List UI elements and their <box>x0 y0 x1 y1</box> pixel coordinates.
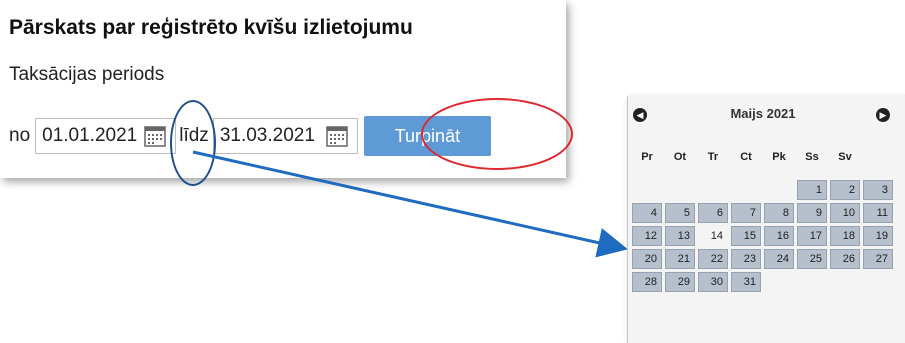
day-cell[interactable]: 20 <box>632 249 662 269</box>
month-title: Maijs 2021 <box>730 106 796 121</box>
day-cell[interactable]: 9 <box>797 203 827 223</box>
day-cell[interactable]: 14 <box>698 226 728 246</box>
day-cell[interactable]: 27 <box>863 249 893 269</box>
empty-day-cell <box>764 180 794 200</box>
day-cell[interactable]: 22 <box>698 249 728 269</box>
day-cell[interactable]: 8 <box>764 203 794 223</box>
day-cell[interactable]: 3 <box>863 180 893 200</box>
day-cell[interactable]: 24 <box>764 249 794 269</box>
day-cell[interactable]: 25 <box>797 249 827 269</box>
empty-day-cell <box>665 180 695 200</box>
day-cell[interactable]: 19 <box>863 226 893 246</box>
day-cell[interactable]: 4 <box>632 203 662 223</box>
weekday-label: Ot <box>673 151 687 163</box>
weekday-label: Pr <box>641 151 653 163</box>
empty-day-cell <box>731 180 761 200</box>
day-cell[interactable]: 11 <box>863 203 893 223</box>
day-cell[interactable]: 7 <box>731 203 761 223</box>
day-cell[interactable]: 21 <box>665 249 695 269</box>
weekday-label: Sv <box>838 151 852 163</box>
day-cell[interactable]: 1 <box>797 180 827 200</box>
day-cell[interactable]: 31 <box>731 272 761 292</box>
empty-day-cell <box>698 180 728 200</box>
day-cell[interactable]: 16 <box>764 226 794 246</box>
empty-day-cell <box>632 180 662 200</box>
weekday-header: Pr Ot Tr Ct Pk Ss Sv <box>632 151 863 163</box>
day-cell[interactable]: 18 <box>830 226 860 246</box>
day-cell[interactable]: 2 <box>830 180 860 200</box>
day-cell[interactable]: 28 <box>632 272 662 292</box>
day-cell[interactable]: 17 <box>797 226 827 246</box>
weekday-label: Ct <box>740 151 752 163</box>
next-month-icon[interactable]: ▶ <box>876 108 890 122</box>
day-cell[interactable]: 29 <box>665 272 695 292</box>
day-cell[interactable]: 12 <box>632 226 662 246</box>
day-cell[interactable]: 30 <box>698 272 728 292</box>
day-cell[interactable]: 6 <box>698 203 728 223</box>
day-cell[interactable]: 15 <box>731 226 761 246</box>
day-cell[interactable]: 26 <box>830 249 860 269</box>
datepicker-header: ◀ Maijs 2021 ▶ <box>628 106 898 130</box>
day-cell[interactable]: 10 <box>830 203 860 223</box>
day-cell[interactable]: 13 <box>665 226 695 246</box>
weekday-label: Tr <box>707 151 719 163</box>
day-cell[interactable]: 23 <box>731 249 761 269</box>
day-cell[interactable]: 5 <box>665 203 695 223</box>
day-grid: 1 2 3 4 5 6 7 8 9 10 11 12 13 14 15 16 17 18 19 20 21 22 23 24 2… <box>632 180 902 295</box>
weekday-label: Pk <box>772 151 786 163</box>
weekday-label: Ss <box>805 151 819 163</box>
datepicker-popup: ◀ Maijs 2021 ▶ Pr Ot Tr Ct Pk Ss Sv 1234567891… <box>627 96 905 343</box>
